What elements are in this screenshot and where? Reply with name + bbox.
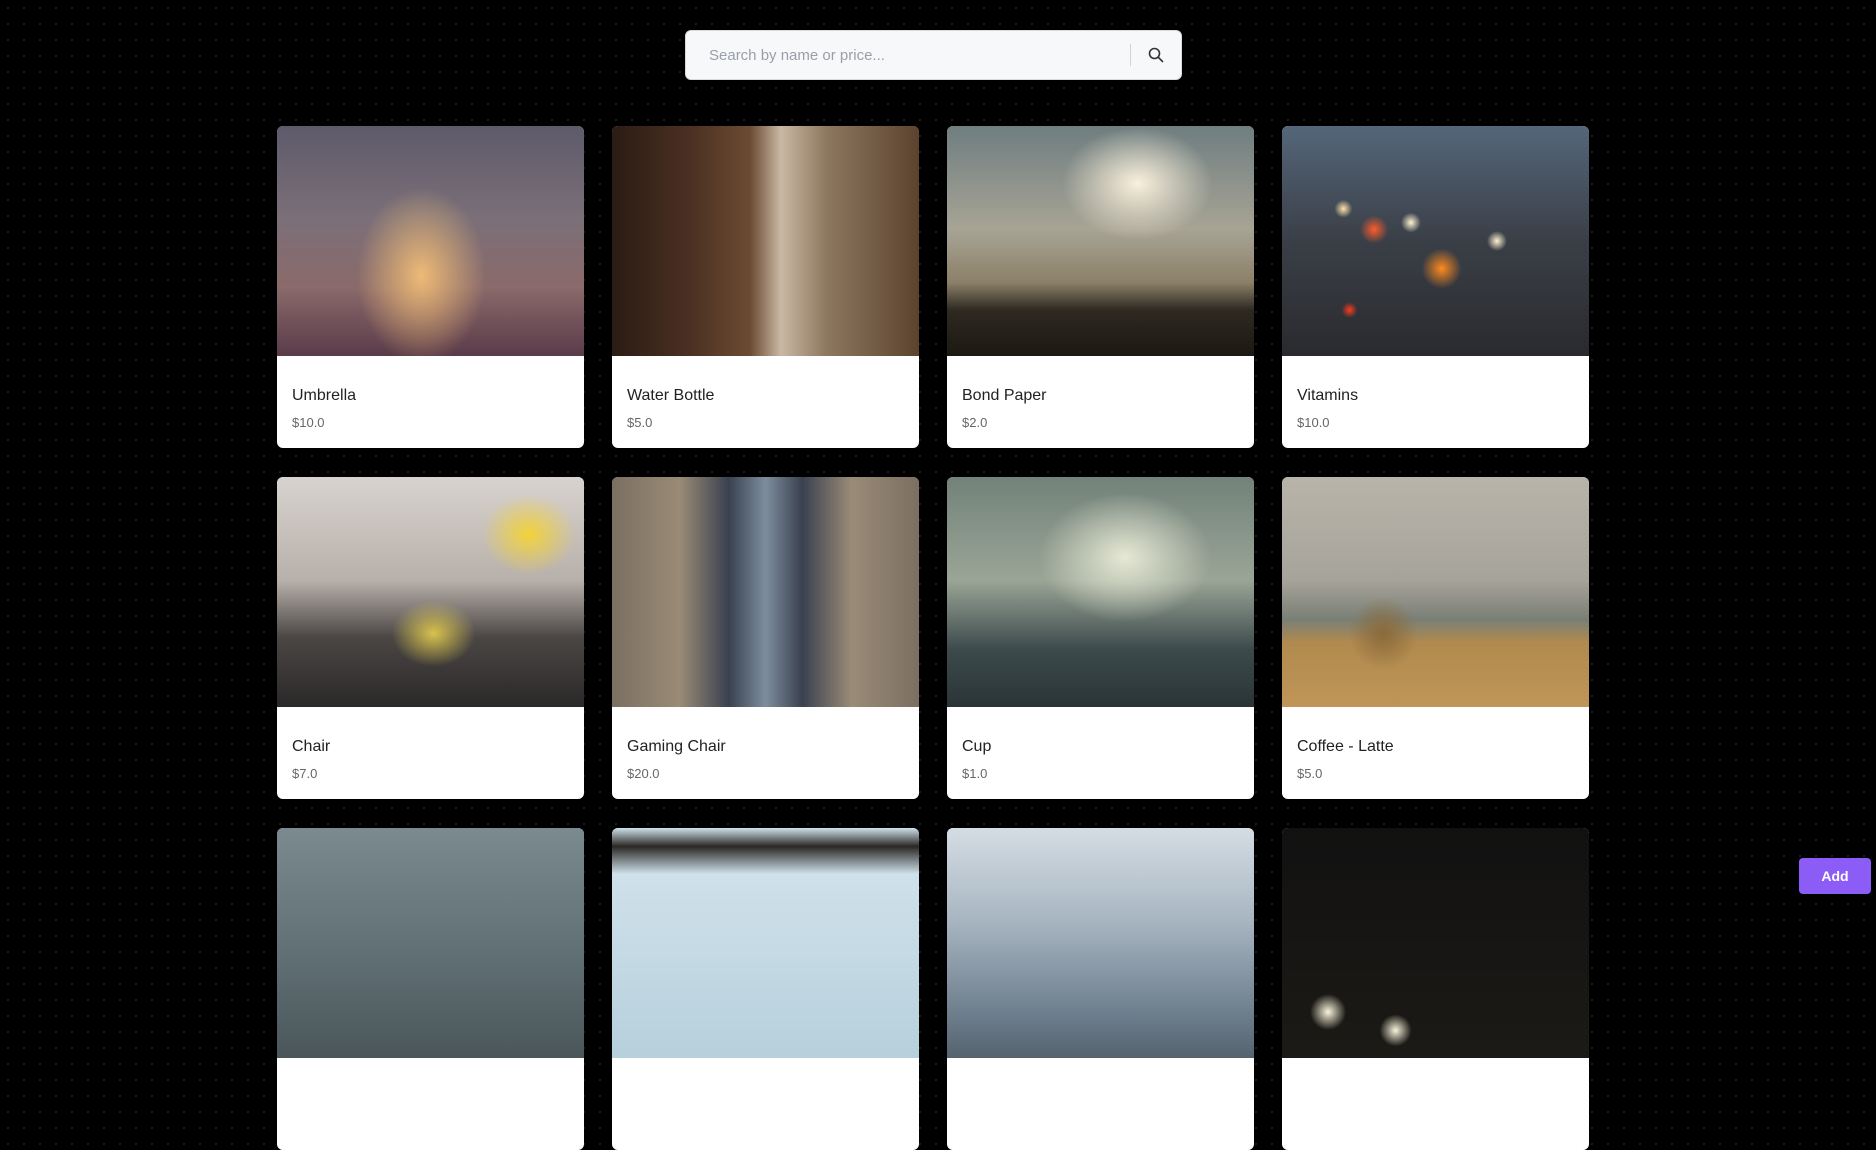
- product-image: [947, 126, 1254, 356]
- product-name: Vitamins: [1297, 387, 1359, 404]
- product-price: $5.0: [627, 415, 653, 430]
- search-icon: [1148, 47, 1164, 63]
- product-image: [1282, 477, 1589, 707]
- product-card[interactable]: [277, 828, 584, 1150]
- product-grid: Umbrella $10.0 Water Bottle $5.0 Bond Pa…: [277, 126, 1589, 1150]
- product-card[interactable]: Bond Paper $2.0: [947, 126, 1254, 448]
- search-bar: [685, 30, 1182, 80]
- product-image: [612, 828, 919, 1058]
- product-image: [947, 828, 1254, 1058]
- product-image: [1282, 828, 1589, 1058]
- product-price: $10.0: [1297, 415, 1330, 430]
- product-name: Water Bottle: [627, 387, 715, 404]
- product-image: [277, 477, 584, 707]
- product-name: Cup: [962, 738, 992, 755]
- product-image: [277, 828, 584, 1058]
- product-image: [947, 477, 1254, 707]
- product-price: $7.0: [292, 766, 318, 781]
- product-price: $5.0: [1297, 766, 1323, 781]
- product-price: $2.0: [962, 415, 988, 430]
- product-name: Gaming Chair: [627, 738, 726, 755]
- product-card[interactable]: Gaming Chair $20.0: [612, 477, 919, 799]
- product-image: [1282, 126, 1589, 356]
- product-card[interactable]: [612, 828, 919, 1150]
- product-image: [612, 126, 919, 356]
- product-card[interactable]: [1282, 828, 1589, 1150]
- product-name: Chair: [292, 738, 331, 755]
- product-price: $10.0: [292, 415, 325, 430]
- product-image: [612, 477, 919, 707]
- search-input[interactable]: [686, 31, 1130, 79]
- product-card[interactable]: Chair $7.0: [277, 477, 584, 799]
- product-card[interactable]: Umbrella $10.0: [277, 126, 584, 448]
- product-image: [277, 126, 584, 356]
- product-name: Bond Paper: [962, 387, 1047, 404]
- add-button[interactable]: Add: [1799, 858, 1871, 894]
- search-button[interactable]: [1131, 31, 1181, 79]
- product-name: Coffee - Latte: [1297, 738, 1394, 755]
- product-card[interactable]: Vitamins $10.0: [1282, 126, 1589, 448]
- product-card[interactable]: Cup $1.0: [947, 477, 1254, 799]
- product-card[interactable]: Coffee - Latte $5.0: [1282, 477, 1589, 799]
- product-price: $1.0: [962, 766, 988, 781]
- product-card[interactable]: Water Bottle $5.0: [612, 126, 919, 448]
- product-name: Umbrella: [292, 387, 357, 404]
- product-card[interactable]: [947, 828, 1254, 1150]
- product-price: $20.0: [627, 766, 660, 781]
